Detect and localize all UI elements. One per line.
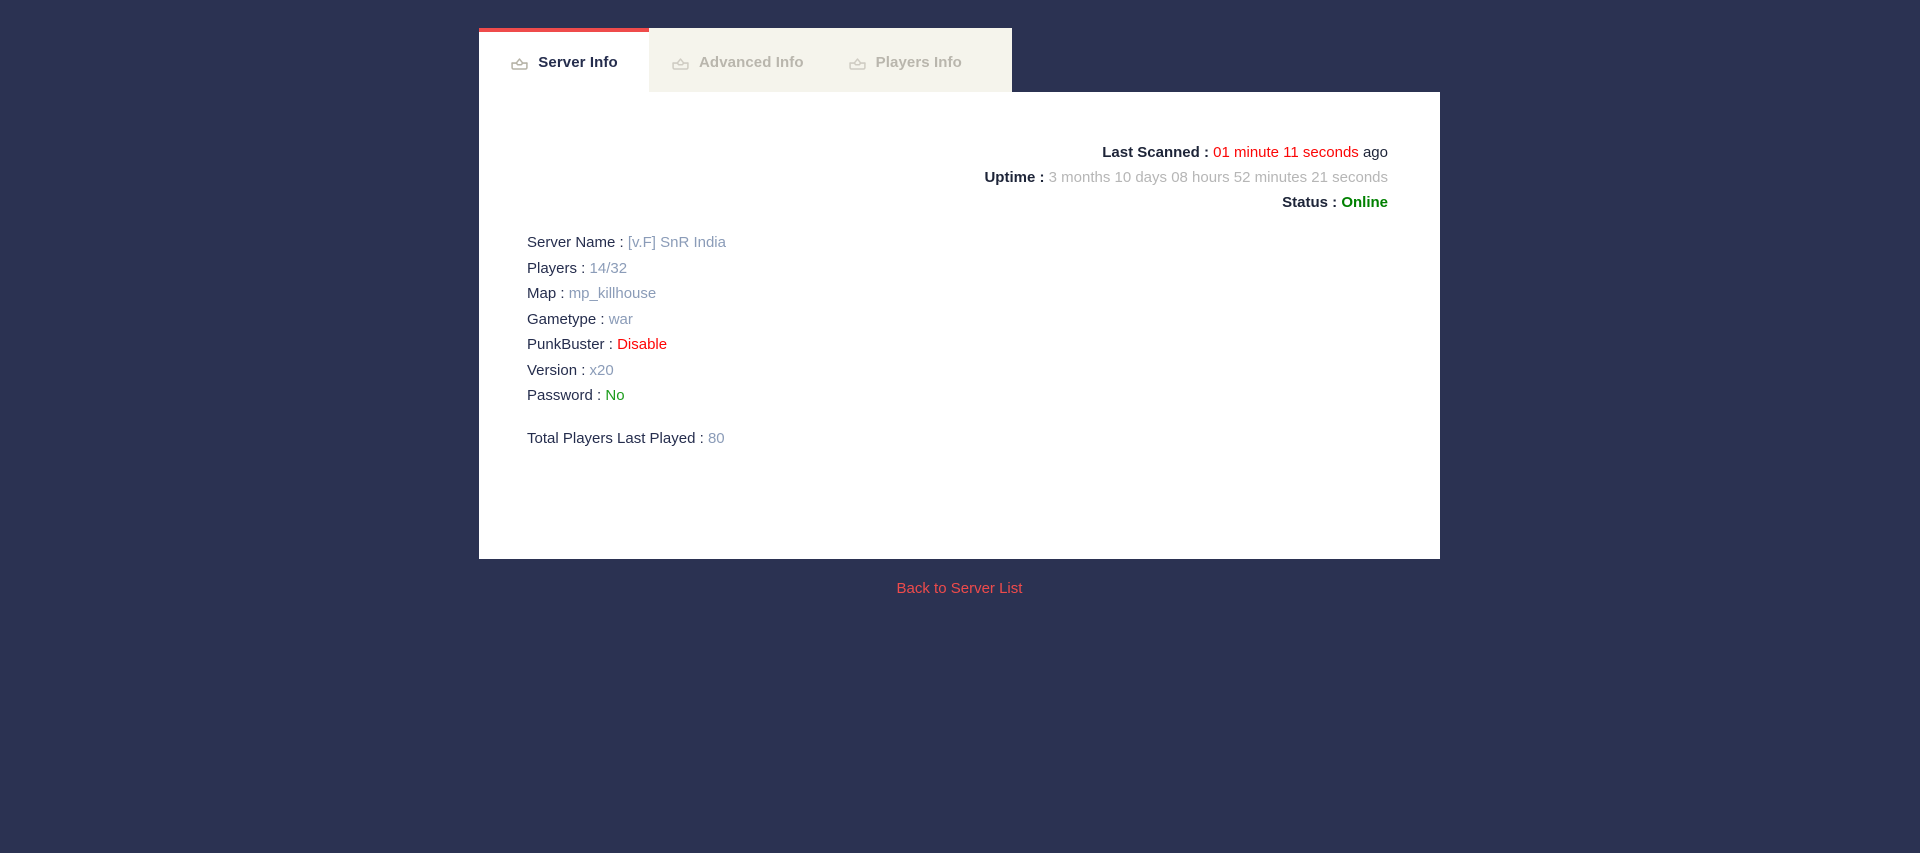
last-scanned-suffix: ago bbox=[1362, 144, 1388, 161]
server-name-label: Server Name : bbox=[527, 234, 624, 251]
punkbuster-value: Disable bbox=[617, 336, 668, 353]
uptime-value: 3 months 10 days 08 hours 52 minutes 21 … bbox=[1048, 169, 1388, 186]
detail-gametype: Gametype : war bbox=[527, 307, 726, 333]
server-details-list: Server Name : [v.F] SnR India Players : … bbox=[527, 230, 726, 451]
tab-advanced-info[interactable]: Advanced Info bbox=[649, 28, 826, 92]
map-value: mp_killhouse bbox=[568, 285, 657, 302]
map-label: Map : bbox=[527, 285, 565, 302]
last-scanned-value: 01 minute 11 seconds bbox=[1213, 144, 1359, 161]
tab-players-info[interactable]: Players Info bbox=[825, 28, 984, 92]
detail-password: Password : No bbox=[527, 383, 726, 409]
details-spacer bbox=[527, 409, 726, 426]
total-players-value: 80 bbox=[707, 429, 725, 447]
tab-label: Players Info bbox=[875, 53, 962, 71]
server-name-value: [v.F] SnR India bbox=[627, 234, 726, 251]
status-summary: Last Scanned : 01 minute 11 seconds ago … bbox=[984, 140, 1388, 215]
tab-label: Server Info bbox=[538, 53, 618, 71]
detail-punkbuster: PunkBuster : Disable bbox=[527, 332, 726, 358]
last-scanned-row: Last Scanned : 01 minute 11 seconds ago bbox=[984, 140, 1388, 165]
detail-map: Map : mp_killhouse bbox=[527, 281, 726, 307]
footer: Back to Server List bbox=[479, 580, 1440, 598]
detail-players: Players : 14/32 bbox=[527, 256, 726, 282]
status-row: Status : Online bbox=[984, 190, 1388, 215]
server-info-card: Last Scanned : 01 minute 11 seconds ago … bbox=[479, 92, 1440, 559]
inbox-icon bbox=[671, 53, 690, 72]
uptime-row: Uptime : 3 months 10 days 08 hours 52 mi… bbox=[984, 165, 1388, 190]
last-scanned-label: Last Scanned : bbox=[1102, 144, 1209, 161]
password-label: Password : bbox=[527, 387, 602, 404]
gametype-value: war bbox=[608, 310, 633, 328]
punkbuster-label: PunkBuster : bbox=[527, 336, 613, 353]
tab-bar: Server Info Advanced Info Players Info bbox=[479, 28, 1012, 92]
players-label: Players : bbox=[527, 259, 586, 277]
detail-version: Version : x20 bbox=[527, 358, 726, 384]
tab-server-info[interactable]: Server Info bbox=[479, 28, 649, 92]
total-players-label: Total Players Last Played : bbox=[527, 429, 704, 447]
uptime-label: Uptime : bbox=[984, 169, 1045, 186]
detail-server-name: Server Name : [v.F] SnR India bbox=[527, 230, 726, 256]
status-badge: Online bbox=[1341, 194, 1388, 211]
inbox-icon bbox=[510, 53, 529, 72]
tab-label: Advanced Info bbox=[699, 53, 804, 71]
status-label: Status : bbox=[1282, 194, 1338, 211]
version-label: Version : bbox=[527, 361, 586, 379]
players-value: 14/32 bbox=[589, 259, 628, 277]
page-root: Server Info Advanced Info Players Info L… bbox=[0, 0, 1920, 853]
version-value: x20 bbox=[589, 361, 614, 379]
detail-total-players: Total Players Last Played : 80 bbox=[527, 426, 726, 452]
password-value: No bbox=[605, 387, 625, 404]
back-to-server-list-link[interactable]: Back to Server List bbox=[897, 580, 1023, 597]
gametype-label: Gametype : bbox=[527, 310, 605, 328]
inbox-icon bbox=[848, 53, 867, 72]
